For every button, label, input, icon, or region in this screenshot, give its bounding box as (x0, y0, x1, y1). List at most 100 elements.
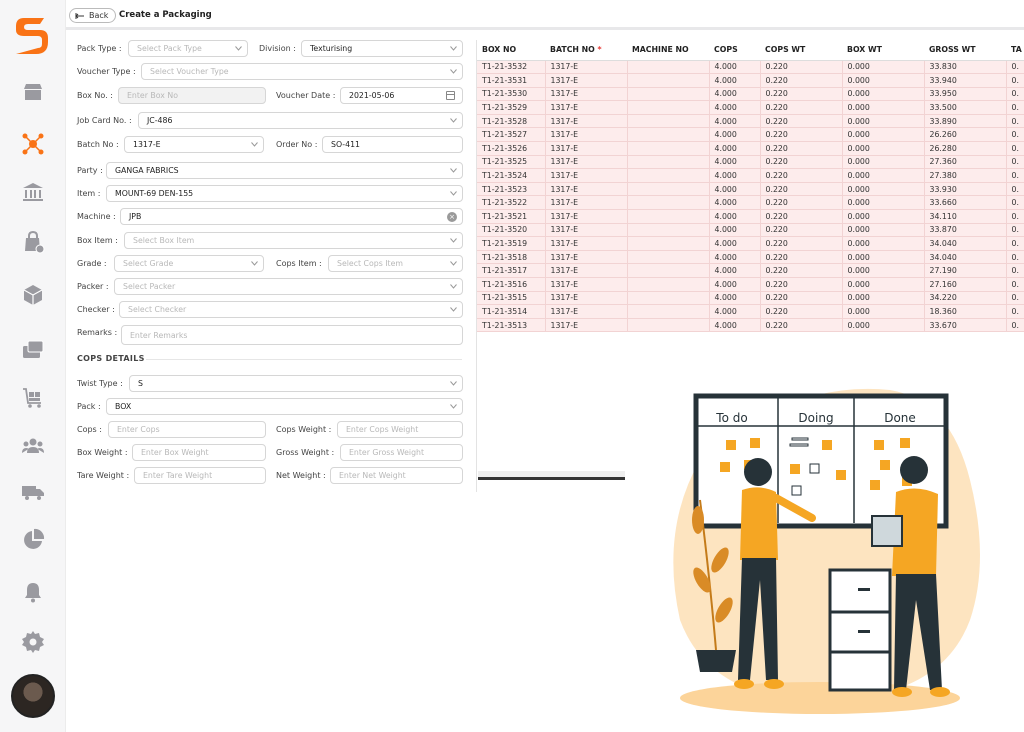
table-cell[interactable]: 1317-E (545, 291, 628, 306)
table-cell[interactable]: 0. (1006, 223, 1024, 238)
table-cell[interactable]: 4.000 (709, 263, 761, 278)
table-cell[interactable]: 0.220 (760, 318, 843, 333)
store-icon[interactable] (21, 80, 45, 104)
remarks-textarea[interactable]: Enter Remarks (121, 325, 463, 345)
table-cell[interactable]: 0.000 (842, 114, 925, 129)
table-cell[interactable]: 0. (1006, 141, 1024, 156)
table-cell[interactable]: 0.220 (760, 291, 843, 306)
table-cell[interactable]: T1-21-3532 (477, 60, 546, 75)
table-cell[interactable] (627, 100, 710, 115)
table-cell[interactable]: 0. (1006, 263, 1024, 278)
table-cell[interactable]: 4.000 (709, 182, 761, 197)
table-cell[interactable]: 0. (1006, 100, 1024, 115)
voucher-type-select[interactable]: Select Voucher Type (141, 63, 463, 80)
table-cell[interactable]: 0. (1006, 168, 1024, 183)
column-header[interactable]: MACHINE NO (627, 40, 709, 61)
table-cell[interactable]: 4.000 (709, 141, 761, 156)
connections-icon[interactable] (21, 132, 45, 156)
table-cell[interactable]: T1-21-3521 (477, 209, 546, 224)
table-cell[interactable]: 0.000 (842, 277, 925, 292)
table-cell[interactable]: T1-21-3525 (477, 155, 546, 170)
table-row[interactable]: T1-21-3525 1317-E 4.000 0.220 0.000 27.360 0. (477, 155, 1024, 170)
table-cell[interactable] (627, 291, 710, 306)
table-cell[interactable]: 26.280 (924, 141, 1007, 156)
table-cell[interactable]: 33.830 (924, 60, 1007, 75)
table-cell[interactable]: T1-21-3514 (477, 304, 546, 319)
table-cell[interactable]: 0. (1006, 195, 1024, 211)
table-cell[interactable]: T1-21-3517 (477, 263, 546, 278)
table-cell[interactable] (627, 60, 710, 75)
table-cell[interactable]: 33.930 (924, 182, 1007, 197)
order-no-input[interactable]: SO-411 (322, 136, 463, 153)
table-cell[interactable]: 1317-E (545, 182, 628, 197)
table-row[interactable]: T1-21-3516 1317-E 4.000 0.220 0.000 27.160 0. (477, 277, 1024, 292)
table-row[interactable]: T1-21-3530 1317-E 4.000 0.220 0.000 33.950 0. (477, 87, 1024, 102)
table-cell[interactable]: 0. (1006, 291, 1024, 306)
table-cell[interactable] (627, 73, 710, 88)
table-cell[interactable]: 0.220 (760, 195, 843, 211)
table-cell[interactable]: 1317-E (545, 155, 628, 170)
pack-select[interactable]: BOX (106, 398, 463, 415)
users-icon[interactable] (21, 434, 45, 458)
table-cell[interactable]: 1317-E (545, 141, 628, 156)
table-row[interactable]: T1-21-3532 1317-E 4.000 0.220 0.000 33.830 0. (477, 60, 1024, 75)
table-cell[interactable]: 0.220 (760, 87, 843, 102)
table-cell[interactable]: 0.000 (842, 209, 925, 224)
pie-chart-icon[interactable] (21, 528, 45, 552)
table-cell[interactable]: 0.000 (842, 263, 925, 278)
tare-weight-input[interactable]: Enter Tare Weight (134, 467, 266, 484)
table-cell[interactable] (627, 182, 710, 197)
table-cell[interactable]: 4.000 (709, 304, 761, 319)
box-item-select[interactable]: Select Box Item (124, 232, 463, 249)
table-cell[interactable]: 0. (1006, 127, 1024, 143)
cops-weight-input[interactable]: Enter Cops Weight (337, 421, 463, 438)
table-cell[interactable]: 0.000 (842, 155, 925, 170)
table-cell[interactable]: 0. (1006, 304, 1024, 319)
table-cell[interactable]: 0.000 (842, 291, 925, 306)
table-cell[interactable]: T1-21-3531 (477, 73, 546, 88)
table-cell[interactable]: 0.000 (842, 168, 925, 183)
table-row[interactable]: T1-21-3522 1317-E 4.000 0.220 0.000 33.660 0. (477, 195, 1024, 211)
table-cell[interactable]: 33.870 (924, 223, 1007, 238)
bell-icon[interactable] (21, 580, 45, 604)
table-cell[interactable]: 0. (1006, 182, 1024, 197)
table-cell[interactable]: 0.000 (842, 236, 925, 251)
table-row[interactable]: T1-21-3515 1317-E 4.000 0.220 0.000 34.220 0. (477, 291, 1024, 306)
table-cell[interactable]: 4.000 (709, 100, 761, 115)
table-cell[interactable]: 4.000 (709, 73, 761, 88)
table-cell[interactable]: 0. (1006, 60, 1024, 75)
machine-select[interactable]: JPB × (120, 208, 463, 225)
table-cell[interactable]: 33.890 (924, 114, 1007, 129)
table-cell[interactable]: 4.000 (709, 60, 761, 75)
table-cell[interactable]: 1317-E (545, 73, 628, 88)
table-cell[interactable]: 0.220 (760, 182, 843, 197)
table-row[interactable]: T1-21-3518 1317-E 4.000 0.220 0.000 34.040 0. (477, 250, 1024, 265)
job-card-no-select[interactable]: JC-486 (138, 112, 463, 129)
table-cell[interactable]: 1317-E (545, 127, 628, 143)
payment-card-icon[interactable] (21, 338, 45, 362)
table-cell[interactable]: 0. (1006, 277, 1024, 292)
table-cell[interactable]: 0.220 (760, 168, 843, 183)
table-cell[interactable] (627, 318, 710, 333)
table-cell[interactable]: 33.950 (924, 87, 1007, 102)
table-cell[interactable]: 34.220 (924, 291, 1007, 306)
table-cell[interactable]: 26.260 (924, 127, 1007, 143)
table-cell[interactable]: 0.000 (842, 87, 925, 102)
batch-no-select[interactable]: 1317-E (124, 136, 264, 153)
table-cell[interactable]: 4.000 (709, 87, 761, 102)
table-cell[interactable]: 18.360 (924, 304, 1007, 319)
table-cell[interactable]: 34.040 (924, 250, 1007, 265)
brand-logo[interactable] (10, 14, 54, 58)
column-header[interactable]: BOX WT (842, 40, 924, 61)
table-cell[interactable] (627, 87, 710, 102)
table-cell[interactable]: 0.000 (842, 223, 925, 238)
table-cell[interactable]: 0.220 (760, 100, 843, 115)
table-cell[interactable]: 4.000 (709, 114, 761, 129)
shopping-bag-icon[interactable] (21, 230, 45, 254)
net-weight-input[interactable]: Enter Net Weight (330, 467, 463, 484)
table-row[interactable]: T1-21-3524 1317-E 4.000 0.220 0.000 27.380 0. (477, 168, 1024, 183)
table-cell[interactable]: 1317-E (545, 60, 628, 75)
table-cell[interactable]: 27.160 (924, 277, 1007, 292)
table-cell[interactable]: 0.220 (760, 236, 843, 251)
settings-icon[interactable] (21, 630, 45, 654)
